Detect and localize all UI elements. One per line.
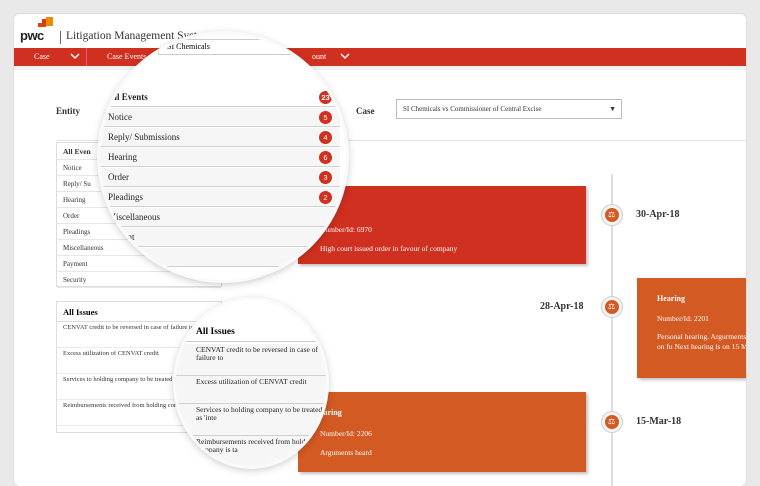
timeline-node[interactable]: ⚖ <box>602 205 622 225</box>
nav-case[interactable]: Case <box>14 48 88 66</box>
event-filter-misc-zoomed[interactable]: Miscellaneous <box>100 208 340 227</box>
magnifier-issues: All Issues CENVAT credit to be reversed … <box>176 300 326 466</box>
card-desc: Personal hearing. Argurments heard on fu… <box>657 332 746 351</box>
event-filter-pleadings-zoomed[interactable]: Pleadings 2 <box>100 188 340 207</box>
pwc-logo[interactable]: pwc <box>20 28 44 43</box>
event-filter-hearing-zoomed[interactable]: Hearing 6 <box>100 148 340 167</box>
issue-item-zoomed[interactable]: CENVAT credit to be reversed in case of … <box>176 344 326 376</box>
gavel-icon: ⚖ <box>608 302 616 311</box>
card-desc: Arguments heard <box>320 448 372 457</box>
issue-item-zoomed[interactable]: Excess utilization of CENVAT credit <box>176 376 326 404</box>
card-title: der <box>320 204 586 213</box>
timeline-card-hearing[interactable]: Hearing Number/Id: 2201 Personal hearing… <box>637 278 746 378</box>
case-select[interactable]: SI Chemicals vs Commissioner of Central … <box>396 99 622 119</box>
event-filter-all-zoomed[interactable]: All Events 23 <box>100 88 340 107</box>
chevron-down-icon <box>70 53 80 60</box>
event-label: Reply/ Submissions <box>108 132 180 142</box>
timeline-node[interactable]: ⚖ <box>602 297 622 317</box>
event-label: Notice <box>108 112 132 122</box>
card-id: Number/Id: 6970 <box>320 225 372 234</box>
card-id: Number/Id: 2201 <box>657 314 709 323</box>
event-filter-payment-zoomed[interactable]: ayment <box>100 228 340 247</box>
count-badge: 23 <box>319 91 332 104</box>
timeline-node[interactable]: ⚖ <box>602 412 622 432</box>
event-label: Hearing <box>108 152 137 162</box>
timeline-date: 28-Apr-18 <box>540 301 584 312</box>
card-id: Number/Id: 2206 <box>320 429 372 438</box>
case-label: Case <box>356 106 375 116</box>
issue-item-zoomed[interactable]: Services to holding company to be treate… <box>176 404 326 436</box>
entity-label: Entity <box>56 106 81 116</box>
gavel-icon: ⚖ <box>608 210 616 219</box>
event-label: Order <box>108 172 129 182</box>
event-filter-order-zoomed[interactable]: Order 3 <box>100 168 340 187</box>
timeline-date: 15-Mar-18 <box>636 416 682 427</box>
event-filter-security-zoomed[interactable]: ity <box>100 248 340 267</box>
card-title: earing <box>320 408 342 417</box>
entity-select-zoomed[interactable]: SI Chemicals <box>158 39 308 55</box>
magnifier-events: SI Chemicals All Events 23 Notice 5 Reply/… <box>100 34 346 280</box>
header-bar: pwc Litigation Management Syst <box>14 14 746 48</box>
gavel-icon: ⚖ <box>608 417 616 426</box>
timeline-date: 30-Apr-18 <box>636 209 680 220</box>
case-select-value: SI Chemicals vs Commissioner of Central … <box>403 105 542 113</box>
count-badge: 4 <box>319 131 332 144</box>
title-divider <box>60 31 61 44</box>
event-label: ity <box>130 252 140 262</box>
event-filter-notice-zoomed[interactable]: Notice 5 <box>100 108 340 127</box>
event-label: Miscellaneous <box>108 212 160 222</box>
count-badge: 2 <box>319 191 332 204</box>
main-nav: Case Case Events ount <box>14 48 746 66</box>
card-title: Hearing <box>657 294 685 303</box>
timeline-card-order[interactable]: der Number/Id: 6970 High court issued or… <box>298 186 586 264</box>
event-label: Pleadings <box>108 192 143 202</box>
issues-header-zoomed[interactable]: All Issues <box>176 322 326 342</box>
nav-case-label: Case <box>34 52 50 61</box>
event-label: ayment <box>108 232 135 242</box>
nav-account-label: ount <box>312 52 327 61</box>
nav-case-events-label: Case Events <box>107 52 147 61</box>
issues-header[interactable]: All Issues <box>57 302 221 322</box>
card-desc: High court issued order in favour of com… <box>320 244 458 253</box>
chevron-down-icon <box>340 53 350 60</box>
issue-item-zoomed[interactable]: Reimbursements received from holding com… <box>176 436 326 466</box>
count-badge: 5 <box>319 111 332 124</box>
subheader-strip <box>14 66 746 70</box>
dropdown-arrow-icon: ▼ <box>609 105 616 113</box>
count-badge: 3 <box>319 171 332 184</box>
timeline-card-hearing-2[interactable]: earing Number/Id: 2206 Arguments heard <box>298 392 586 472</box>
event-filter-reply-zoomed[interactable]: Reply/ Submissions 4 <box>100 128 340 147</box>
count-badge: 6 <box>319 151 332 164</box>
event-label: All Events <box>108 92 148 102</box>
